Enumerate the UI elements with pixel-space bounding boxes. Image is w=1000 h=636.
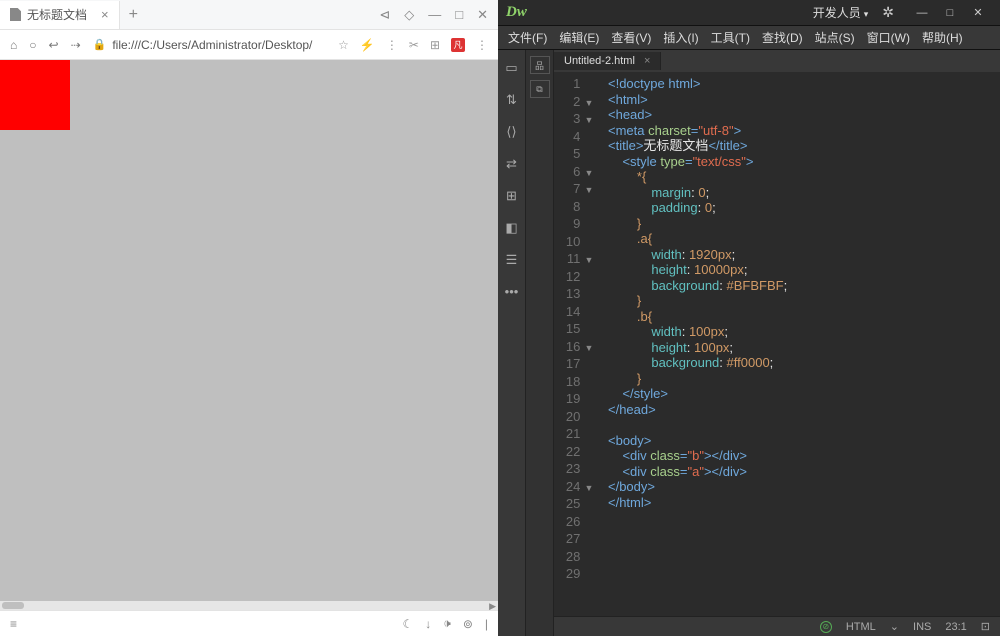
menu-find[interactable]: 查找(D)	[756, 29, 809, 46]
star-icon[interactable]: ☆	[338, 38, 349, 52]
odom-icon[interactable]: ⊡	[981, 620, 990, 633]
badge-icon[interactable]: 凡	[451, 38, 465, 52]
forward-icon[interactable]: ⇢	[71, 38, 81, 52]
url-text: file:///C:/Users/Administrator/Desktop/	[112, 38, 312, 52]
editor-tab[interactable]: Untitled-2.html ×	[554, 52, 661, 70]
tool1-icon[interactable]: ▭	[505, 60, 517, 76]
dw-logo: Dw	[506, 4, 527, 21]
minimize-icon[interactable]: —	[428, 7, 441, 23]
dw-status-bar: ⊘ HTML ⌄ INS 23:1 ⊡	[554, 616, 1000, 636]
browser-viewport: ▶ ≡ ☾ ↓ 🕩 ⊚ |	[0, 60, 498, 636]
caret-icon[interactable]: ⌄	[890, 620, 899, 633]
home-icon[interactable]: ⌂	[10, 38, 17, 52]
ins-label[interactable]: INS	[913, 621, 931, 633]
editor-tab-bar: Untitled-2.html ×	[554, 50, 1000, 72]
tool8-icon[interactable]: •••	[505, 284, 519, 299]
ok-icon[interactable]: ⊘	[820, 621, 832, 633]
gear-icon[interactable]: ✲	[882, 4, 894, 21]
browser-nav-bar: ⌂ ○ ↩ ⇢ 🔒 file:///C:/Users/Administrator…	[0, 30, 498, 60]
address-bar[interactable]: 🔒 file:///C:/Users/Administrator/Desktop…	[93, 38, 327, 52]
menu-help[interactable]: 帮助(H)	[916, 29, 969, 46]
menu-edit[interactable]: 编辑(E)	[553, 29, 605, 46]
dw-title-bar: Dw 开发人员▾ ✲ — □ ✕	[498, 0, 1000, 26]
tool4-icon[interactable]: ⇄	[506, 156, 517, 172]
maximize-icon[interactable]: □	[455, 7, 463, 23]
browser-tab[interactable]: 无标题文档 ×	[0, 1, 120, 29]
window-controls: ⊲ ◇ — □ ✕	[379, 7, 498, 23]
red-box-div	[0, 60, 70, 130]
tool3-icon[interactable]: ⟨⟩	[506, 124, 516, 140]
pos-label: 23:1	[945, 621, 966, 633]
tool7-icon[interactable]: ☰	[506, 252, 518, 268]
menu-site[interactable]: 站点(S)	[809, 29, 861, 46]
volume-icon[interactable]: 🕩	[443, 616, 451, 631]
lightning-icon[interactable]: ⚡	[360, 38, 375, 52]
code-editor[interactable]: 1 2 ▼ 3 ▼ 4 5 6 ▼ 7 ▼ 8 9 10 11 ▼ 12 13 …	[554, 72, 1000, 616]
workspace-selector[interactable]: 开发人员▾	[813, 4, 869, 21]
zoom-icon[interactable]: ⊚	[463, 617, 473, 631]
dw-menu-bar: 文件(F) 编辑(E) 查看(V) 插入(I) 工具(T) 查找(D) 站点(S…	[498, 26, 1000, 50]
tool2-icon[interactable]: ⇅	[506, 92, 517, 108]
dreamweaver-window: Dw 开发人员▾ ✲ — □ ✕ 文件(F) 编辑(E) 查看(V) 插入(I)…	[498, 0, 1000, 636]
kebab-icon[interactable]: ⋮	[476, 38, 488, 52]
line-gutter: 1 2 ▼ 3 ▼ 4 5 6 ▼ 7 ▼ 8 9 10 11 ▼ 12 13 …	[554, 72, 602, 616]
dw-maximize-icon[interactable]: □	[936, 3, 964, 23]
editor-tab-label: Untitled-2.html	[564, 55, 635, 67]
tool6-icon[interactable]: ◧	[505, 220, 517, 236]
browser-window: 无标题文档 × + ⊲ ◇ — □ ✕ ⌂ ○ ↩ ⇢ 🔒 file:///C:…	[0, 0, 498, 636]
dw-tool-strip: ▭ ⇅ ⟨⟩ ⇄ ⊞ ◧ ☰ •••	[498, 50, 526, 636]
dots-icon[interactable]: ⋮	[386, 38, 398, 52]
menu-window[interactable]: 窗口(W)	[861, 29, 916, 46]
back-icon[interactable]: ↩	[49, 38, 59, 52]
view-code-icon[interactable]: ⧉	[530, 80, 550, 98]
lock-icon: 🔒	[93, 38, 107, 51]
document-icon	[10, 8, 21, 21]
ext2-icon[interactable]: ◇	[404, 7, 414, 23]
menu-icon[interactable]: ≡	[10, 617, 17, 631]
dw-minimize-icon[interactable]: —	[908, 3, 936, 23]
lang-label[interactable]: HTML	[846, 621, 876, 633]
scissors-icon[interactable]: ✂	[409, 38, 419, 52]
dw-tool-strip-2: 品 ⧉	[526, 50, 554, 636]
grid-icon[interactable]: ⊞	[430, 38, 440, 52]
tab-title: 无标题文档	[27, 6, 87, 23]
menu-view[interactable]: 查看(V)	[605, 29, 657, 46]
new-tab-button[interactable]: +	[120, 6, 147, 24]
menu-file[interactable]: 文件(F)	[502, 29, 553, 46]
browser-status-bar: ≡ ☾ ↓ 🕩 ⊚ |	[0, 610, 498, 636]
reload-icon[interactable]: ○	[29, 38, 36, 52]
editor-tab-close-icon[interactable]: ×	[644, 55, 650, 67]
code-area[interactable]: <!doctype html> <html> <head> <meta char…	[602, 72, 1000, 616]
moon-icon[interactable]: ☾	[402, 617, 413, 631]
close-tab-icon[interactable]: ×	[101, 7, 109, 22]
horizontal-scrollbar[interactable]: ▶	[0, 601, 498, 610]
menu-tools[interactable]: 工具(T)	[705, 29, 756, 46]
sep: |	[485, 617, 488, 631]
dw-close-icon[interactable]: ✕	[964, 3, 992, 23]
close-icon[interactable]: ✕	[477, 7, 488, 23]
menu-insert[interactable]: 插入(I)	[657, 29, 704, 46]
browser-tab-bar: 无标题文档 × + ⊲ ◇ — □ ✕	[0, 0, 498, 30]
nav-right-icons: ☆ ⚡ ⋮ ✂ ⊞ 凡 ⋮	[338, 38, 488, 52]
view-split-icon[interactable]: 品	[530, 56, 550, 74]
tool5-icon[interactable]: ⊞	[506, 188, 517, 204]
download-icon[interactable]: ↓	[425, 617, 431, 631]
scrollbar-thumb[interactable]	[2, 602, 24, 609]
ext1-icon[interactable]: ⊲	[379, 7, 390, 23]
